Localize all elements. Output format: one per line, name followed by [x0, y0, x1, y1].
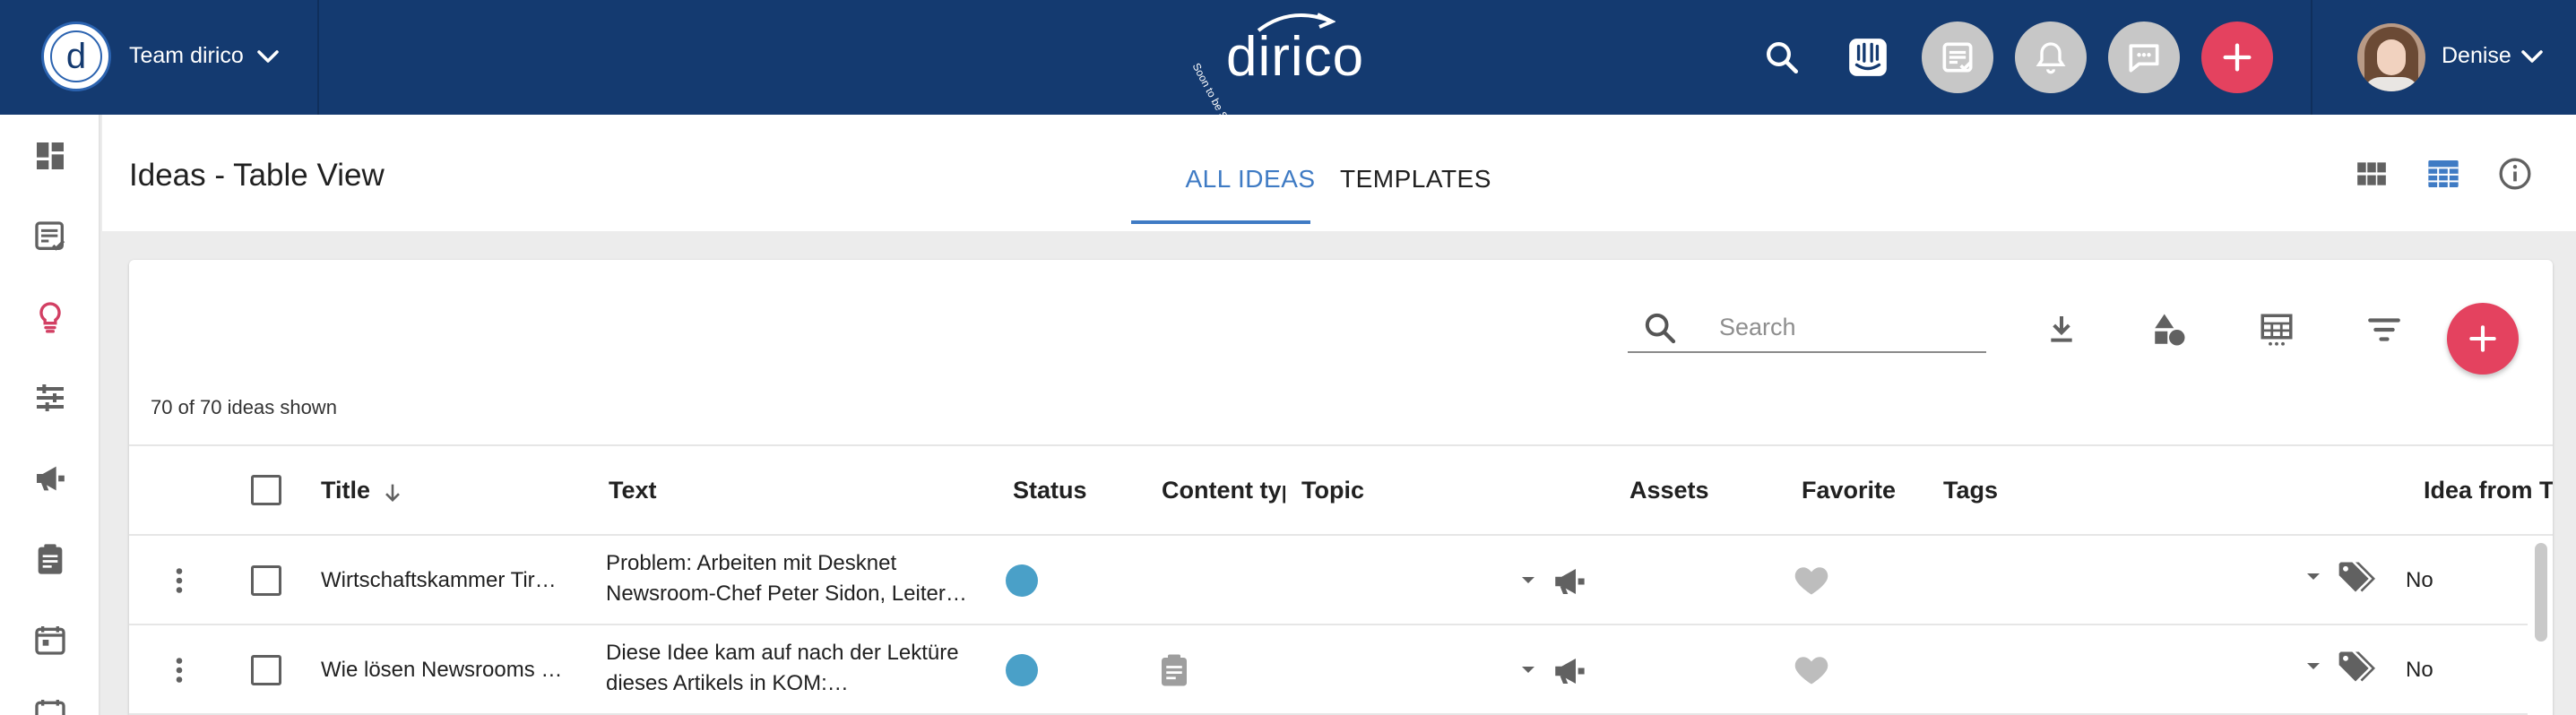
status-indicator[interactable] [1006, 654, 1038, 686]
shapes-icon[interactable] [2148, 308, 2191, 351]
chat-icon [2129, 44, 2159, 73]
more-vert-icon[interactable] [161, 652, 197, 688]
tab-templates[interactable]: TEMPLATES [1340, 165, 1491, 194]
caret-down-icon[interactable] [1515, 566, 1542, 593]
ideas-table-card: 70 of 70 ideas shown Title Text Status C… [129, 260, 2553, 715]
caret-down-icon[interactable] [2300, 652, 2327, 679]
team-name: Team dirico [129, 43, 244, 68]
clipboard-icon [1154, 650, 1194, 690]
column-favorite[interactable]: Favorite [1802, 477, 1896, 504]
sidebar-item-dashboard[interactable] [29, 134, 72, 177]
select-all-checkbox[interactable] [251, 475, 281, 505]
sidebar-item-calendar[interactable] [29, 618, 72, 661]
campaign-icon[interactable] [1549, 561, 1590, 602]
grid-view-icon[interactable] [2352, 154, 2391, 194]
table-scrollbar[interactable] [2531, 538, 2549, 715]
search-field[interactable] [1628, 301, 1986, 353]
sidebar-item-planning[interactable] [29, 376, 72, 419]
idea-text-line: Diese Idee kam auf nach der Lektüre [606, 641, 959, 665]
team-logo: d [41, 22, 111, 91]
page-header: Ideas - Table View ALL IDEAS TEMPLATES [102, 115, 2576, 231]
idea-text-line: Problem: Arbeiten mit Desknet [606, 551, 897, 575]
tab-all-ideas[interactable]: ALL IDEAS [1161, 165, 1340, 194]
column-tags[interactable]: Tags [1943, 477, 1998, 504]
idea-from-template-value: No [2406, 658, 2433, 682]
column-text[interactable]: Text [609, 477, 657, 504]
idea-from-template-value: No [2406, 568, 2433, 592]
tasks-icon [35, 221, 65, 251]
table-header: Title Text Status Content typ Topic Asse… [129, 444, 2553, 536]
idea-title[interactable]: Wie lösen Newsrooms … [321, 658, 581, 683]
chevron-down-icon[interactable] [2520, 47, 2544, 66]
campaign-icon [37, 466, 65, 491]
chevron-down-icon [257, 50, 279, 63]
top-bar: d Team dirico dirico Soon to be Staffbas… [0, 0, 2576, 155]
row-checkbox[interactable] [251, 655, 281, 685]
arrow-down-icon[interactable] [380, 480, 405, 505]
search-icon [1645, 313, 1676, 344]
dashboard-icon [37, 142, 64, 169]
idea-text-line: Newsroom-Chef Peter Sidon, Leiter… [606, 581, 967, 606]
column-content-type[interactable]: Content typ [1162, 477, 1285, 504]
search-input[interactable] [1719, 312, 1970, 342]
planning-icon [37, 384, 64, 411]
sidebar-item-tasks[interactable] [29, 215, 72, 258]
calendar-icon [35, 700, 65, 715]
column-idea-from-template[interactable]: Idea from T [2424, 477, 2553, 504]
team-switcher[interactable]: d Team dirico [0, 0, 319, 115]
clipboard-icon [38, 544, 63, 574]
chat-button[interactable] [2108, 22, 2180, 93]
add-idea-button[interactable] [2447, 303, 2519, 375]
active-tab-indicator [1131, 220, 1310, 224]
brand-wordmark: dirico [1226, 26, 1365, 88]
table-row[interactable]: Wie lösen Newsrooms … Diese Idee kam auf… [129, 625, 2528, 715]
tags-icon[interactable] [2334, 556, 2377, 599]
tasks-icon [1942, 42, 1973, 73]
user-name[interactable]: Denise [2442, 43, 2511, 69]
heart-icon[interactable] [1789, 647, 1834, 692]
campaign-icon[interactable] [1549, 650, 1590, 692]
scrollbar-thumb[interactable] [2535, 543, 2547, 642]
sidebar-item-clipboard[interactable] [29, 538, 72, 581]
row-checkbox[interactable] [251, 565, 281, 596]
download-icon[interactable] [2040, 308, 2083, 351]
team-logo-letter: d [50, 30, 102, 82]
more-vert-icon[interactable] [161, 563, 197, 599]
table-columns-icon[interactable] [2255, 308, 2298, 351]
divider [2311, 0, 2312, 115]
table-view-icon[interactable] [2424, 154, 2463, 194]
filter-icon[interactable] [2363, 308, 2406, 351]
ideas-count: 70 of 70 ideas shown [151, 396, 337, 418]
add-icon [2469, 325, 2496, 352]
plus-icon [2223, 43, 2252, 72]
caret-down-icon[interactable] [1515, 656, 1542, 683]
notifications-button[interactable] [2015, 22, 2087, 93]
create-button[interactable] [2201, 22, 2273, 93]
sidebar-item-ideas[interactable] [29, 296, 72, 339]
avatar[interactable] [2357, 23, 2425, 91]
column-title[interactable]: Title [321, 477, 370, 504]
ideas-icon [39, 302, 61, 333]
search-icon[interactable] [1755, 30, 1809, 84]
idea-text-line: dieses Artikels in KOM:… [606, 671, 849, 695]
sidebar [0, 115, 100, 715]
idea-title[interactable]: Wirtschaftskammer Tir… [321, 568, 581, 593]
intercom-icon[interactable] [1841, 30, 1895, 84]
column-assets[interactable]: Assets [1629, 477, 1709, 504]
calendar-icon [35, 626, 65, 655]
page-title: Ideas - Table View [129, 158, 385, 193]
column-status[interactable]: Status [1013, 477, 1087, 504]
bell-icon [2036, 42, 2066, 74]
column-topic[interactable]: Topic [1301, 477, 1364, 504]
tags-icon[interactable] [2334, 645, 2377, 688]
info-icon[interactable] [2495, 154, 2535, 194]
heart-icon[interactable] [1789, 557, 1834, 602]
sidebar-item-calendar-2[interactable] [29, 692, 72, 715]
tasks-button[interactable] [1922, 22, 1993, 93]
sidebar-item-campaigns[interactable] [29, 457, 72, 500]
caret-down-icon[interactable] [2300, 563, 2327, 590]
table-row[interactable]: Wirtschaftskammer Tir… Problem: Arbeiten… [129, 536, 2528, 625]
brand-logo[interactable]: dirico Soon to be Staffbase [1190, 9, 1380, 155]
status-indicator[interactable] [1006, 564, 1038, 597]
